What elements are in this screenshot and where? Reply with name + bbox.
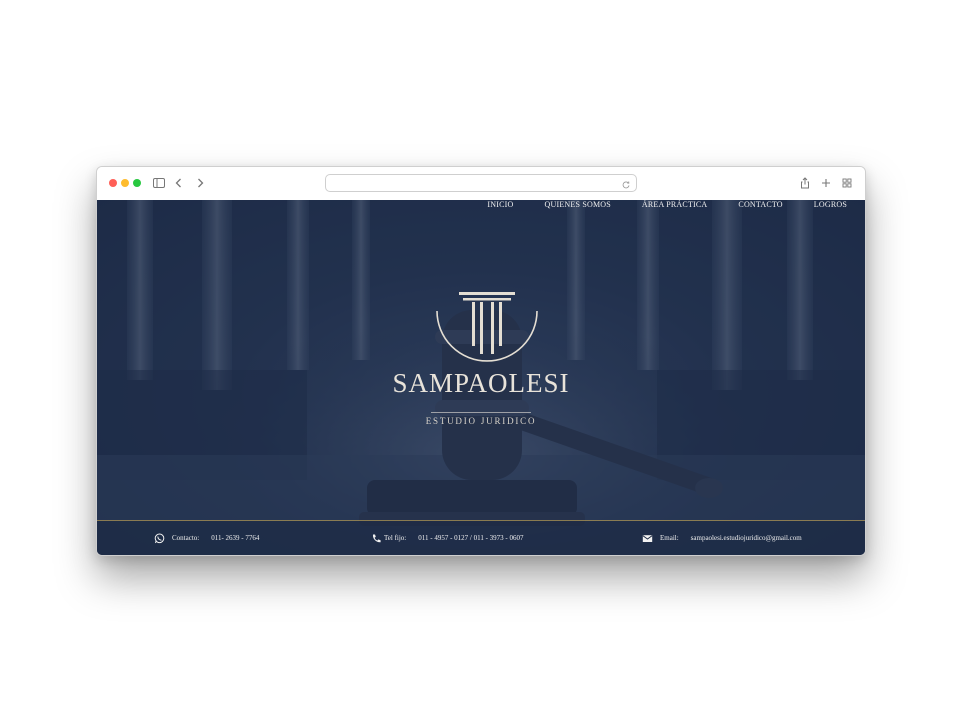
- chevron-right-icon[interactable]: [193, 176, 207, 190]
- brand-divider: [431, 412, 531, 413]
- maximize-window-button[interactable]: [133, 179, 141, 187]
- email-label: Email:: [660, 534, 679, 542]
- chevron-left-icon[interactable]: [172, 176, 186, 190]
- contact-email[interactable]: Email: sampaolesi.estudiojuridico@gmail.…: [642, 532, 802, 544]
- close-window-button[interactable]: [109, 179, 117, 187]
- nav-item-area-practica[interactable]: ÁREA PRÁCTICA: [642, 200, 708, 212]
- nav-item-inicio[interactable]: INICIO: [487, 200, 513, 212]
- nav-item-logros[interactable]: LOGROS: [814, 200, 847, 212]
- browser-toolbar: [97, 167, 865, 201]
- minimize-window-button[interactable]: [121, 179, 129, 187]
- mail-icon: [642, 533, 653, 544]
- contact-whatsapp[interactable]: Contacto: 011- 2639 - 7764: [154, 532, 259, 544]
- address-bar[interactable]: [325, 174, 637, 192]
- brand-tagline: ESTUDIO JURIDICO: [425, 416, 537, 426]
- contact-label: Contacto:: [172, 534, 200, 542]
- share-icon[interactable]: [798, 176, 812, 190]
- brand-name: SAMPAOLESI: [392, 368, 570, 398]
- pillar-logo-icon: [436, 292, 538, 362]
- email-value: sampaolesi.estudiojuridico@gmail.com: [690, 534, 802, 542]
- nav-item-contacto[interactable]: CONTACTO: [738, 200, 782, 212]
- reload-icon[interactable]: [621, 177, 631, 189]
- contact-phone[interactable]: Tel fijo: 011 - 4957 - 0127 / 011 - 3973…: [371, 532, 524, 544]
- contact-bar: Contacto: 011- 2639 - 7764 Tel fijo: 011…: [97, 521, 865, 555]
- plus-icon[interactable]: [819, 176, 833, 190]
- sidebar-icon[interactable]: [152, 176, 166, 190]
- phone-value: 011 - 4957 - 0127 / 011 - 3973 - 0607: [418, 534, 524, 542]
- tabs-grid-icon[interactable]: [840, 176, 854, 190]
- browser-window: INICIO QUIENES SOMOS ÁREA PRÁCTICA CONTA…: [96, 166, 866, 556]
- main-navigation: INICIO QUIENES SOMOS ÁREA PRÁCTICA CONTA…: [456, 200, 847, 212]
- nav-item-quienes-somos[interactable]: QUIENES SOMOS: [545, 200, 611, 212]
- website-hero: INICIO QUIENES SOMOS ÁREA PRÁCTICA CONTA…: [97, 200, 865, 555]
- contact-value: 011- 2639 - 7764: [211, 534, 260, 542]
- phone-icon: [371, 533, 382, 544]
- whatsapp-icon: [154, 533, 165, 544]
- phone-label: Tel fijo:: [384, 534, 407, 542]
